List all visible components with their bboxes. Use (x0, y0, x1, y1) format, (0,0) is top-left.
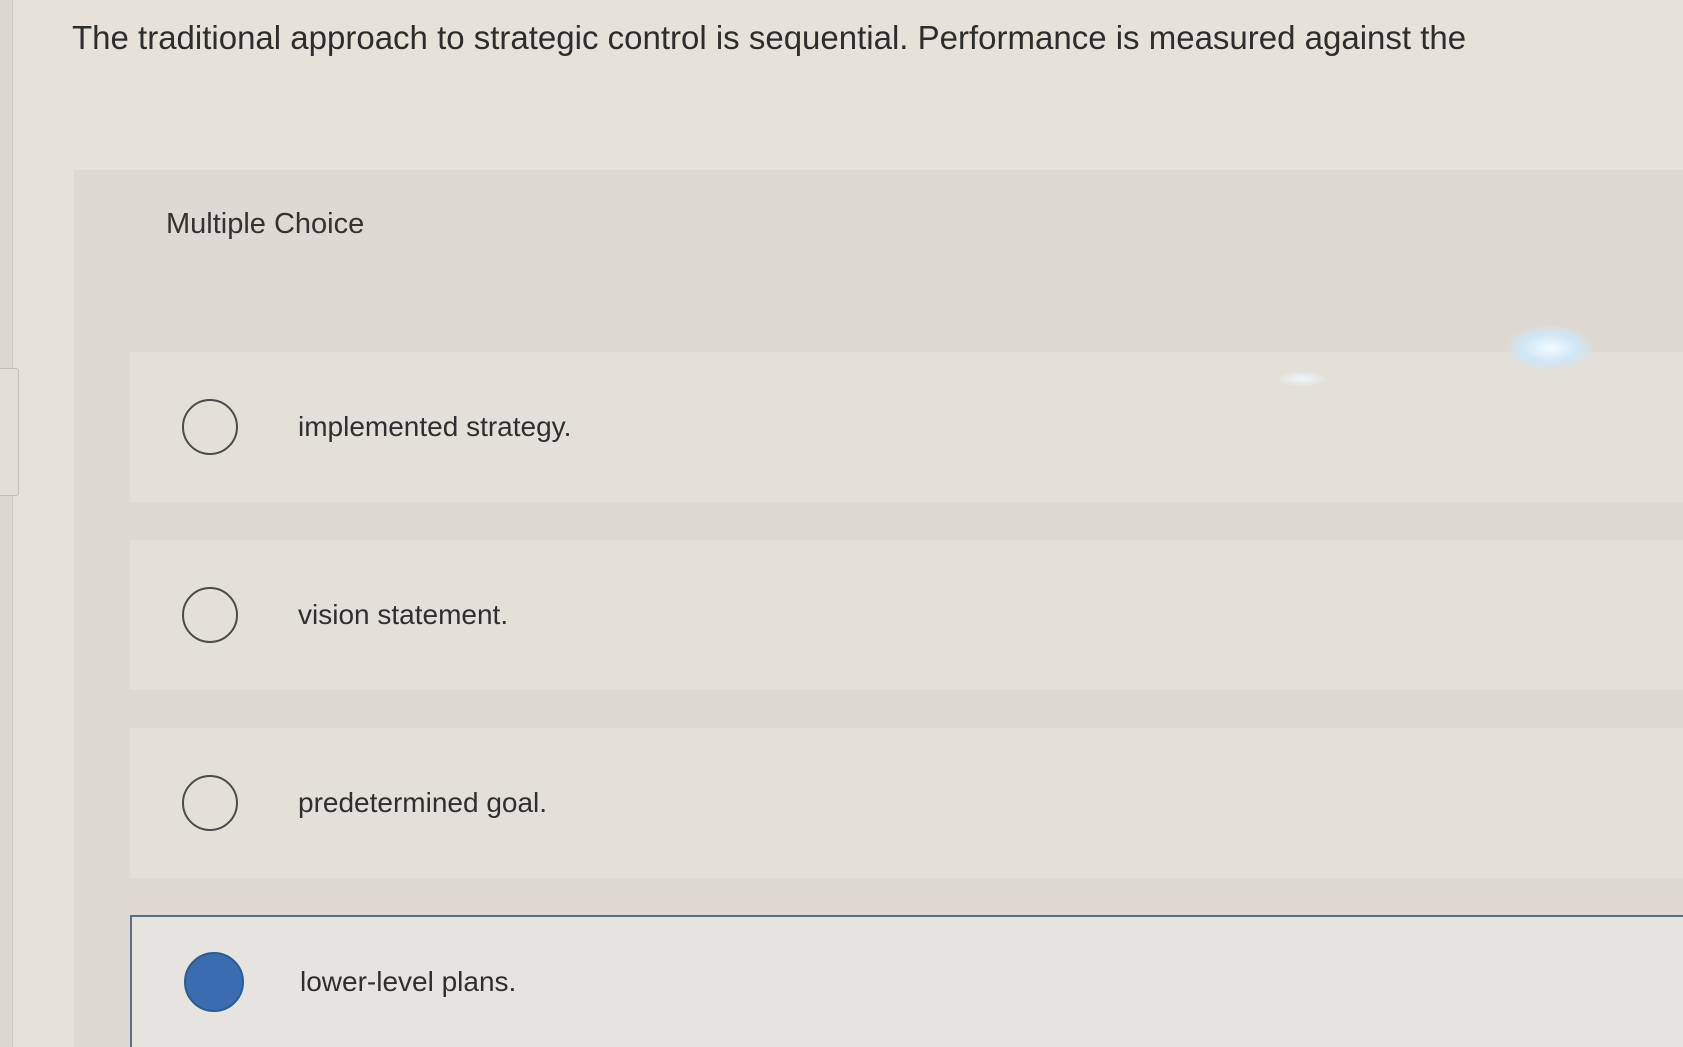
answer-panel: Multiple Choice implemented strategy. vi… (74, 170, 1683, 1047)
radio-button-selected[interactable] (184, 952, 244, 1012)
radio-button-unselected[interactable] (182, 587, 238, 643)
multiple-choice-label: Multiple Choice (166, 208, 365, 240)
left-edge-strip (0, 0, 13, 1047)
option-label: implemented strategy. (298, 411, 572, 442)
screen-glare-small (1278, 372, 1326, 386)
option-label: vision statement. (298, 599, 509, 630)
side-tab-handle[interactable] (0, 368, 19, 496)
option-implemented-strategy[interactable]: implemented strategy. (130, 352, 1683, 502)
option-lower-level-plans[interactable]: lower-level plans. (130, 915, 1683, 1047)
question-text: The traditional approach to strategic co… (72, 19, 1467, 56)
radio-button-unselected[interactable] (182, 775, 238, 831)
screen-glare (1507, 326, 1593, 370)
radio-button-unselected[interactable] (182, 399, 238, 455)
option-label: predetermined goal. (298, 787, 548, 818)
option-label: lower-level plans. (300, 966, 517, 997)
option-predetermined-goal[interactable]: predetermined goal. (130, 728, 1683, 878)
option-vision-statement[interactable]: vision statement. (130, 540, 1683, 690)
